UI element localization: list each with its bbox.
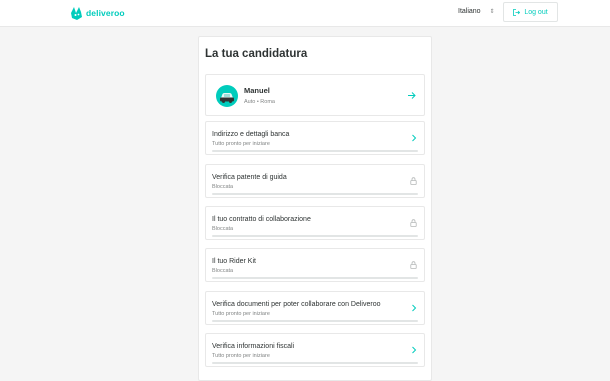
language-selector[interactable]: Italiano ⇕ — [458, 8, 495, 15]
step-label: Il tuo contratto di collaborazione — [212, 216, 311, 223]
step-progress-bar — [212, 235, 418, 237]
rider-details: Auto • Roma — [244, 99, 275, 105]
step-label: Indirizzo e dettagli banca — [212, 131, 290, 138]
step-progress-bar — [212, 320, 418, 322]
car-avatar-icon — [216, 85, 238, 107]
step-status: Tutto pronto per iniziare — [212, 311, 270, 317]
step-documents[interactable]: Verifica documenti per poter collaborare… — [205, 291, 425, 325]
arrow-right-icon — [408, 92, 416, 99]
top-navigation-bar: deliveroo Italiano ⇕ Log out — [0, 0, 610, 27]
step-status: Tutto pronto per iniziare — [212, 141, 270, 147]
logout-button[interactable]: Log out — [503, 2, 558, 22]
application-card: La tua candidatura Manuel Auto • Roma In… — [198, 36, 432, 381]
rider-name: Manuel — [244, 86, 270, 95]
logout-icon — [513, 8, 521, 16]
step-driving-license[interactable]: Verifica patente di guida Bloccata — [205, 164, 425, 198]
step-tax-info[interactable]: Verifica informazioni fiscali Tutto pron… — [205, 333, 425, 367]
step-progress-bar — [212, 277, 418, 279]
kangaroo-icon — [71, 6, 82, 20]
chevron-right-icon — [412, 304, 417, 312]
deliveroo-logo[interactable]: deliveroo — [71, 6, 125, 20]
rider-profile-card[interactable]: Manuel Auto • Roma — [205, 74, 425, 116]
step-progress-bar — [212, 150, 418, 152]
step-label: Il tuo Rider Kit — [212, 258, 256, 265]
chevron-right-icon — [412, 346, 417, 354]
step-rider-kit[interactable]: Il tuo Rider Kit Bloccata — [205, 248, 425, 282]
step-status: Bloccata — [212, 226, 234, 232]
language-label: Italiano — [458, 8, 481, 15]
step-label: Verifica informazioni fiscali — [212, 343, 295, 350]
step-contract[interactable]: Il tuo contratto di collaborazione Blocc… — [205, 206, 425, 240]
chevron-right-icon — [412, 134, 417, 142]
lock-icon — [410, 261, 417, 269]
logo-text: deliveroo — [86, 8, 125, 18]
logout-label: Log out — [524, 8, 548, 16]
step-label: Verifica patente di guida — [212, 174, 287, 181]
lock-icon — [410, 177, 417, 185]
step-progress-bar — [212, 193, 418, 195]
chevron-up-down-icon: ⇕ — [489, 8, 495, 15]
step-progress-bar — [212, 362, 418, 364]
step-label: Verifica documenti per poter collaborare… — [212, 301, 381, 308]
lock-icon — [410, 219, 417, 227]
step-status: Bloccata — [212, 268, 234, 274]
step-bank-details[interactable]: Indirizzo e dettagli banca Tutto pronto … — [205, 121, 425, 155]
step-status: Tutto pronto per iniziare — [212, 353, 270, 359]
page-title: La tua candidatura — [205, 48, 308, 60]
step-status: Bloccata — [212, 184, 234, 190]
